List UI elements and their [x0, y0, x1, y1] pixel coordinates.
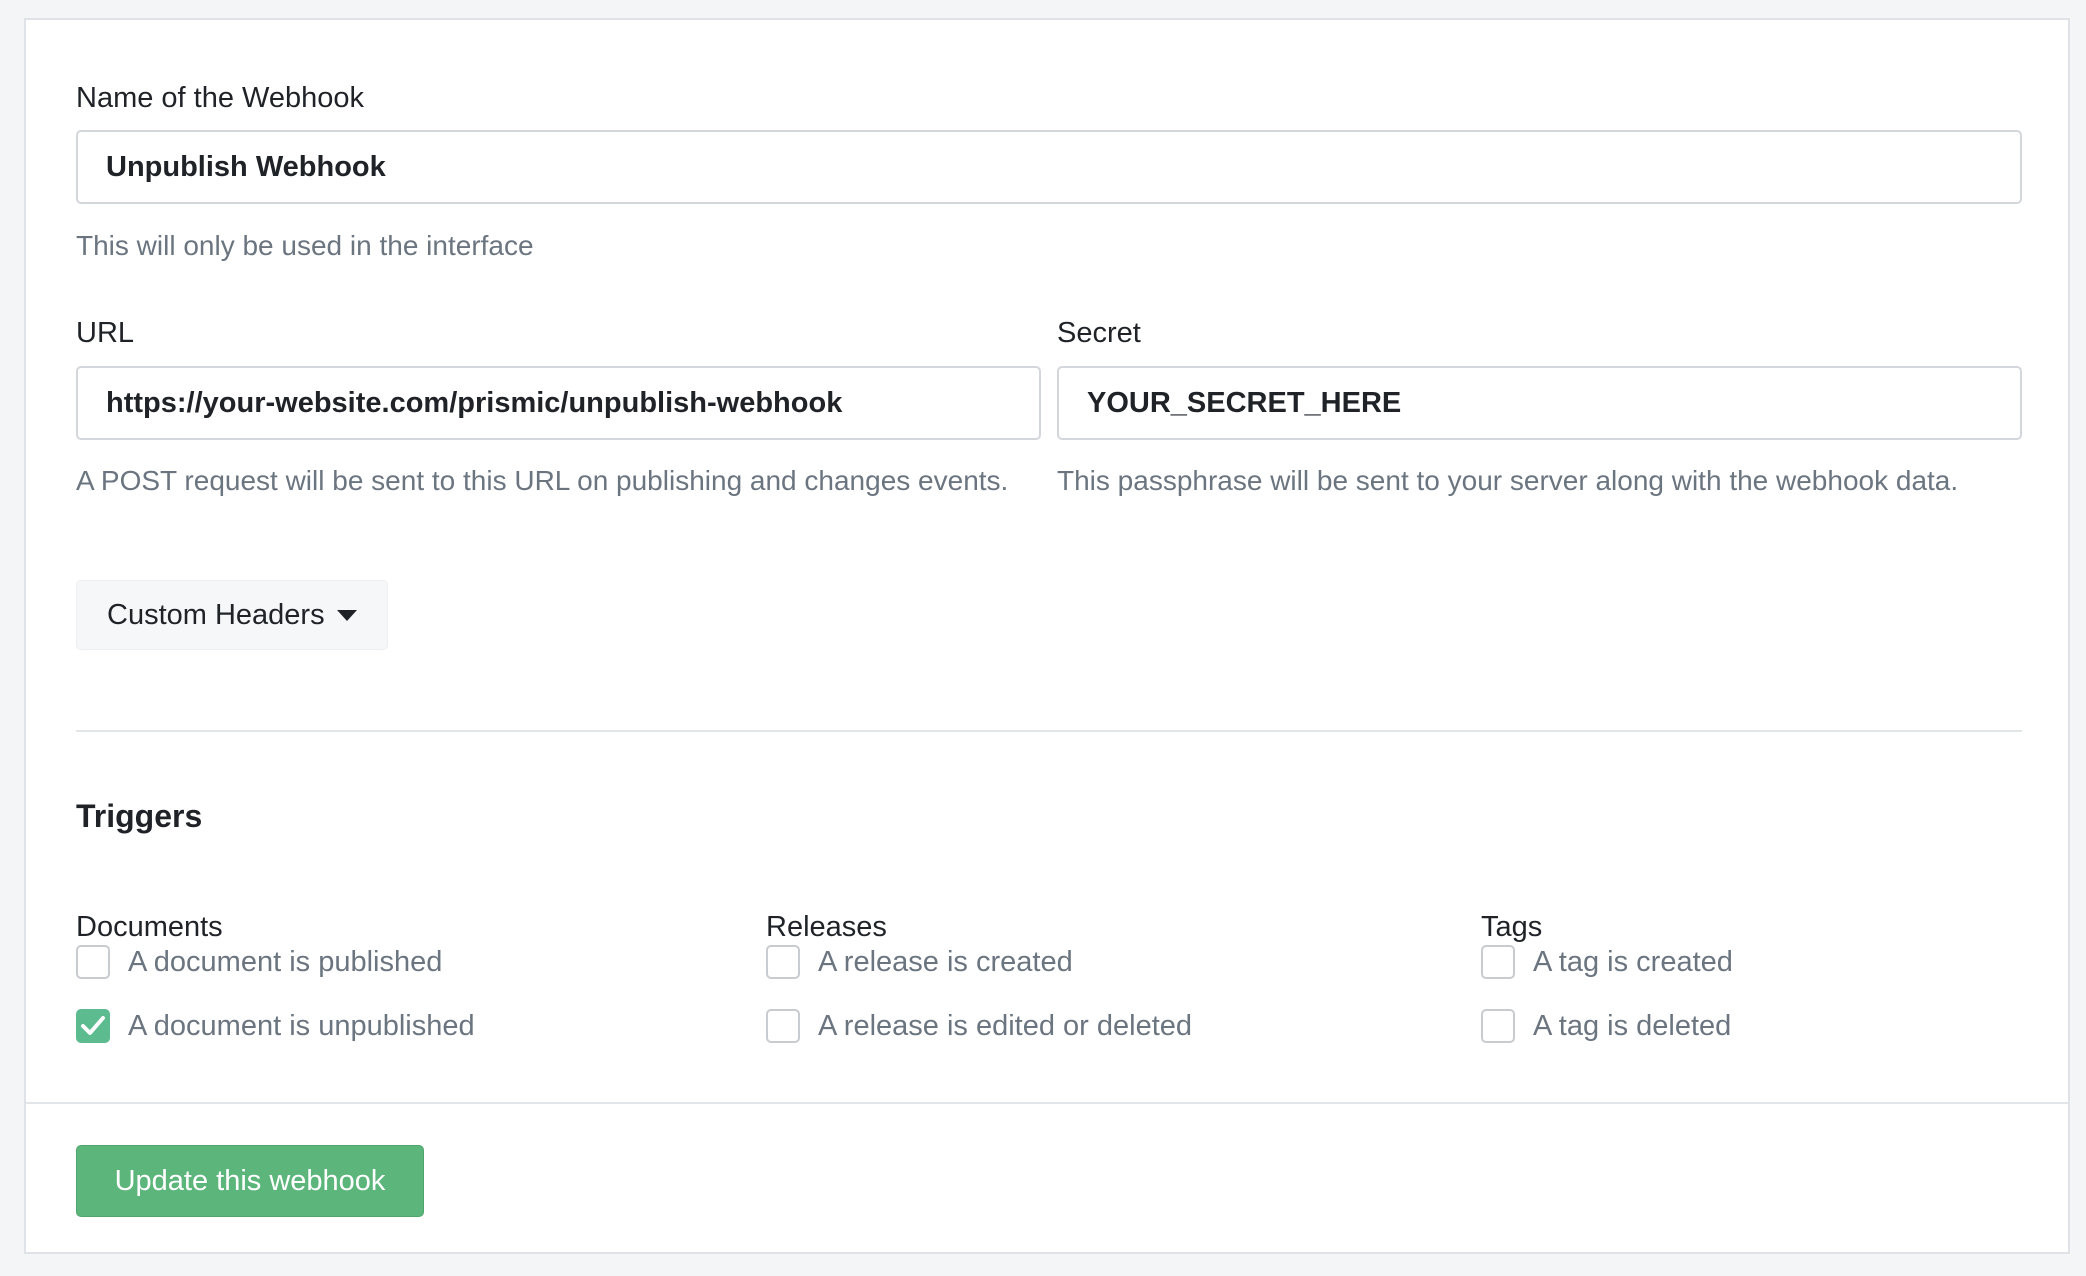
secret-label: Secret [1057, 317, 1141, 349]
trigger-tag-deleted[interactable]: A tag is deleted [1481, 1006, 1731, 1046]
webhook-name-input[interactable] [76, 130, 2022, 204]
checkbox[interactable] [1481, 1009, 1515, 1043]
section-divider [76, 730, 2022, 732]
checkbox[interactable] [76, 945, 110, 979]
trigger-group-tags-title: Tags [1481, 911, 1543, 943]
url-label: URL [76, 317, 135, 349]
url-help: A POST request will be sent to this URL … [76, 465, 1009, 496]
trigger-document-published[interactable]: A document is published [76, 942, 442, 982]
trigger-label: A release is edited or deleted [818, 1009, 1193, 1042]
footer-divider [26, 1102, 2068, 1104]
checkbox[interactable] [766, 945, 800, 979]
trigger-release-edited-deleted[interactable]: A release is edited or deleted [766, 1006, 1192, 1046]
trigger-label: A release is created [818, 945, 1073, 978]
triggers-title: Triggers [76, 798, 203, 834]
secret-help: This passphrase will be sent to your ser… [1057, 465, 1959, 496]
checkmark-icon [81, 1016, 105, 1035]
trigger-group-releases-title: Releases [766, 911, 887, 943]
update-webhook-button[interactable]: Update this webhook [76, 1145, 424, 1217]
checkbox[interactable] [1481, 945, 1515, 979]
webhook-name-help: This will only be used in the interface [76, 230, 534, 261]
url-input[interactable] [76, 366, 1041, 440]
trigger-document-unpublished[interactable]: A document is unpublished [76, 1006, 475, 1046]
trigger-label: A document is unpublished [128, 1009, 475, 1042]
webhook-name-label: Name of the Webhook [76, 82, 365, 114]
checkbox[interactable] [766, 1009, 800, 1043]
caret-down-icon [336, 609, 357, 621]
trigger-label: A tag is created [1533, 945, 1733, 978]
trigger-label: A document is published [128, 945, 443, 978]
secret-input[interactable] [1057, 366, 2022, 440]
trigger-tag-created[interactable]: A tag is created [1481, 942, 1733, 982]
trigger-group-documents-title: Documents [76, 911, 223, 943]
checkbox-checked[interactable] [76, 1009, 110, 1043]
trigger-label: A tag is deleted [1533, 1009, 1732, 1042]
webhook-form-card: Name of the Webhook This will only be us… [24, 18, 2070, 1254]
trigger-release-created[interactable]: A release is created [766, 942, 1073, 982]
custom-headers-button[interactable]: Custom Headers [76, 580, 388, 650]
custom-headers-label: Custom Headers [107, 598, 325, 631]
